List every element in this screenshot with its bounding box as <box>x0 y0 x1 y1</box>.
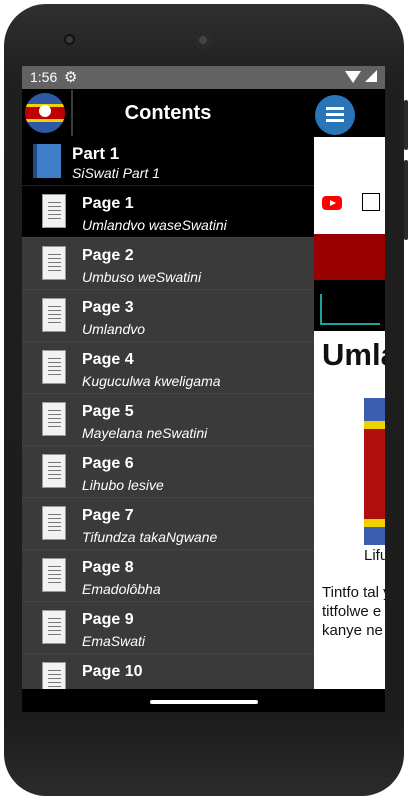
article-body: Tintfo tal yebantfu titfolwe e tekucala … <box>322 584 385 639</box>
page-title: Page 8 <box>82 559 134 576</box>
phone-frame: 1:56 ⚙ Umla <box>0 0 408 800</box>
status-time: 1:56 <box>30 69 58 85</box>
page-subtitle: Kuguculwa kweligama <box>82 373 221 389</box>
drawer-header: Contents <box>22 89 314 137</box>
status-bar: 1:56 ⚙ <box>22 66 385 89</box>
list-item[interactable]: Page 9 EmaSwati <box>22 601 314 653</box>
list-item[interactable]: Page 2 Umbuso weSwatini <box>22 237 314 289</box>
contents-list: Part 1 SiSwati Part 1 Page 1 Umlandvo wa… <box>22 137 314 689</box>
youtube-icon[interactable] <box>322 196 342 210</box>
book-icon <box>33 144 61 178</box>
flag-stripe <box>364 429 385 519</box>
page-subtitle: Umlandvo <box>82 321 146 337</box>
speaker-grill <box>194 31 212 49</box>
document-icon <box>42 402 66 436</box>
page-title: Page 1 <box>82 195 134 212</box>
article-title: Umla <box>322 337 385 372</box>
document-icon <box>42 610 66 644</box>
document-icon <box>42 350 66 384</box>
part-subtitle: SiSwati Part 1 <box>72 165 160 181</box>
drawer-title: Contents <box>124 102 212 124</box>
flag-stripe <box>364 519 385 527</box>
document-icon <box>42 246 66 280</box>
part-title: Part 1 <box>72 144 120 163</box>
home-indicator[interactable] <box>150 700 258 704</box>
page-subtitle: Umbuso weSwatini <box>82 269 202 285</box>
navigation-bar <box>22 689 385 712</box>
screen: 1:56 ⚙ Umla <box>22 66 385 712</box>
volume-button <box>404 160 408 240</box>
page-title: Page 3 <box>82 299 134 316</box>
page-title: Page 9 <box>82 611 134 628</box>
page-subtitle: Emadolôbha <box>82 581 161 597</box>
page-title: Page 4 <box>82 351 134 368</box>
article-banner <box>314 234 385 280</box>
signal-icon <box>365 70 377 82</box>
list-item[interactable]: Page 7 Tifundza takaNgwane <box>22 497 314 549</box>
part-item[interactable]: Part 1 SiSwati Part 1 <box>22 137 314 185</box>
list-item[interactable]: Page 8 Emadolôbha <box>22 549 314 601</box>
phone-chin <box>0 712 408 800</box>
list-item[interactable]: Page 10 <box>22 653 314 689</box>
list-item[interactable]: Page 5 Mayelana neSwatini <box>22 393 314 445</box>
article-toolbar <box>314 89 385 137</box>
flag-stripe <box>364 421 385 429</box>
document-icon <box>42 662 66 689</box>
list-item[interactable]: Page 6 Lihubo lesive <box>22 445 314 497</box>
wifi-icon <box>345 71 361 83</box>
power-button <box>404 100 408 150</box>
list-item[interactable]: Page 4 Kuguculwa kweligama <box>22 341 314 393</box>
document-icon <box>42 506 66 540</box>
article-background: Umla Lifu Tintfo tal yebantfu titfolwe e… <box>314 89 385 689</box>
document-icon <box>42 454 66 488</box>
page-title: Page 7 <box>82 507 134 524</box>
page-subtitle: Mayelana neSwatini <box>82 425 208 441</box>
page-title: Page 10 <box>82 663 143 680</box>
front-camera <box>64 34 75 45</box>
history-icon[interactable] <box>362 193 380 211</box>
page-title: Page 2 <box>82 247 134 264</box>
document-icon <box>42 558 66 592</box>
page-subtitle: Tifundza takaNgwane <box>82 529 218 545</box>
menu-button[interactable] <box>315 95 355 135</box>
gear-icon: ⚙ <box>64 69 78 86</box>
page-title: Page 5 <box>82 403 134 420</box>
page-title: Page 6 <box>82 455 134 472</box>
list-item[interactable]: Page 3 Umlandvo <box>22 289 314 341</box>
document-icon <box>42 298 66 332</box>
contents-drawer: Contents Part 1 SiSwati Part 1 Page 1 Um… <box>22 89 314 689</box>
page-subtitle: Lihubo lesive <box>82 477 164 493</box>
decorative-line <box>320 294 322 324</box>
page-subtitle: EmaSwati <box>82 633 146 649</box>
document-icon <box>42 194 66 228</box>
list-item[interactable]: Page 1 Umlandvo waseSwatini <box>22 185 314 237</box>
decorative-line <box>320 323 380 325</box>
page-subtitle: Umlandvo waseSwatini <box>82 217 227 233</box>
app-area: Umla Lifu Tintfo tal yebantfu titfolwe e… <box>22 89 385 689</box>
flag-caption: Lifu <box>364 547 385 564</box>
